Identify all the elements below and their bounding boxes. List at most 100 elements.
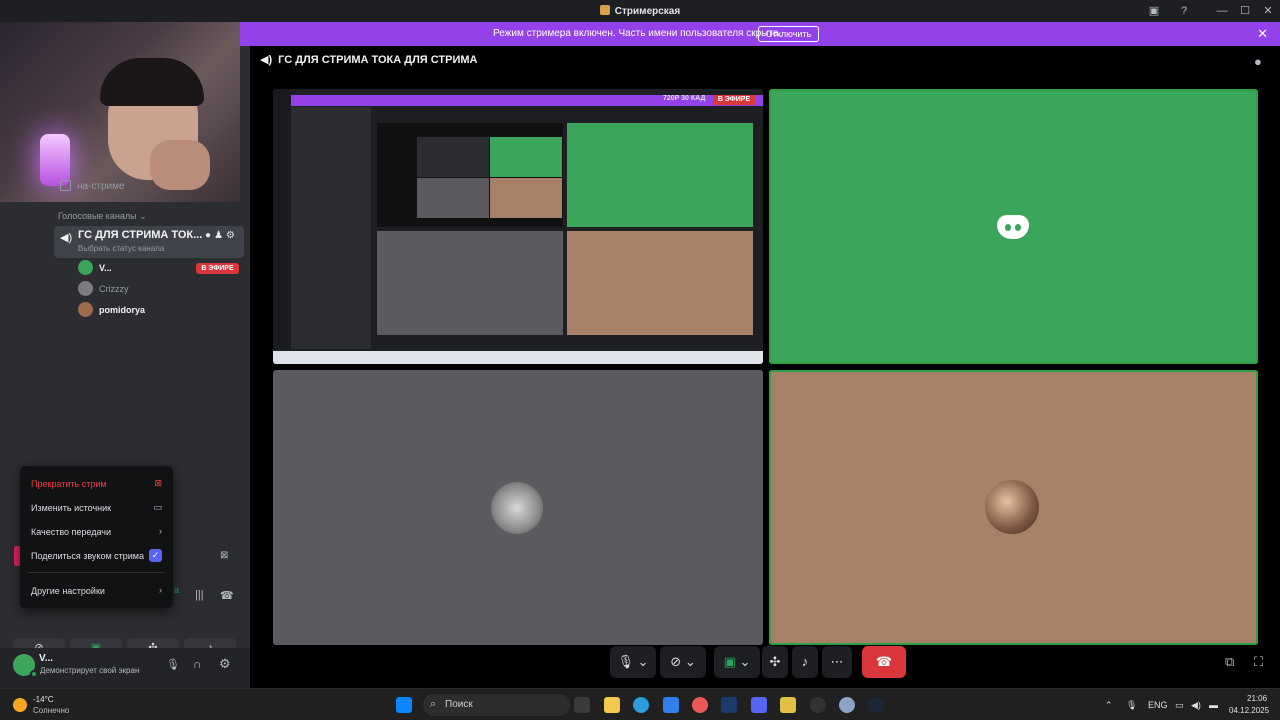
weather-desc: Солнечно xyxy=(33,706,70,715)
clock-date[interactable]: 04.12.2025 xyxy=(1229,706,1269,715)
stream-options-menu: Прекратить стрим ⊠ Изменить источник ▭ К… xyxy=(20,466,173,608)
disconnect-button[interactable]: ☎ xyxy=(862,646,906,678)
search-icon: ⌕ xyxy=(430,698,437,710)
minimize-icon[interactable]: — xyxy=(1215,4,1229,18)
screen-share-tile[interactable]: 720P 30 КАД В ЭФИРЕ xyxy=(273,89,763,364)
checkbox-checked-icon[interactable]: ✓ xyxy=(149,549,162,562)
clock-time[interactable]: 21:06 xyxy=(1247,694,1267,703)
volume-icon[interactable]: ◀) xyxy=(1191,700,1201,711)
inbox-icon[interactable]: ▣ xyxy=(1147,4,1161,18)
lamp xyxy=(40,134,70,186)
voice-category[interactable]: Голосовые каналы ⌄ xyxy=(58,211,147,222)
text-channel-icon xyxy=(60,180,71,191)
webcam-overlay xyxy=(0,22,240,202)
chat-icon[interactable]: ● xyxy=(205,230,214,241)
fullscreen-icon[interactable]: ⛶ xyxy=(1254,654,1263,670)
avatar xyxy=(78,281,93,296)
weather-sun-icon[interactable] xyxy=(13,698,27,712)
preview-nested-share xyxy=(417,137,489,177)
streamer-mode-banner: Режим стримера включен. Часть имени поль… xyxy=(240,22,1280,46)
close-banner-icon[interactable]: ✕ xyxy=(1257,26,1268,42)
battery-icon[interactable]: ▬ xyxy=(1209,700,1218,710)
user-settings-icon[interactable]: ⚙ xyxy=(219,656,231,672)
headphones-icon[interactable]: ∩ xyxy=(193,657,202,671)
discord-logo-icon xyxy=(997,215,1029,239)
add-member-icon[interactable]: ♟ xyxy=(214,230,226,241)
banner-text: Режим стримера включен. Часть имени поль… xyxy=(493,28,782,39)
preview-nested xyxy=(377,123,563,227)
chevron-right-icon: › xyxy=(159,526,162,536)
channel-actions[interactable]: ●♟⚙ xyxy=(205,230,238,241)
change-source-item[interactable]: Изменить источник xyxy=(31,503,111,513)
voice-category-label: Голосовые каналы xyxy=(58,211,137,221)
help-icon[interactable]: ? xyxy=(1177,4,1191,18)
share-audio-item[interactable]: Поделиться звуком стрима xyxy=(31,551,144,561)
hand xyxy=(150,140,210,190)
weather-temp: -14°C xyxy=(33,695,54,704)
microphone-icon[interactable]: 🎙 xyxy=(1126,700,1137,711)
stage-header: ◀) ГС ДЛЯ СТРИМА ТОКА ДЛЯ СТРИМА xyxy=(260,53,478,66)
disable-streamer-mode-button[interactable]: Отключить xyxy=(758,26,819,42)
chat-icon[interactable]: ● xyxy=(1254,54,1262,69)
other-settings-item[interactable]: Другие настройки xyxy=(31,586,105,596)
live-badge: В ЭФИРЕ xyxy=(196,263,239,274)
file-explorer-icon[interactable] xyxy=(604,697,620,713)
language-indicator[interactable]: ENG xyxy=(1148,700,1168,710)
preview-live-badge: В ЭФИРЕ xyxy=(713,95,755,105)
monitor-icon: ▭ xyxy=(153,502,162,512)
microphone-icon[interactable]: 🎙 xyxy=(166,658,180,671)
voice-channel-item[interactable]: ◀) ГС ДЛЯ СТРИМА ТОК... Выбрать статус к… xyxy=(54,226,244,258)
more-button[interactable]: ⋯ xyxy=(822,646,852,678)
stop-stream-item[interactable]: Прекратить стрим xyxy=(31,479,107,489)
chevron-right-icon: › xyxy=(159,585,162,595)
soundboard-button[interactable]: ♪ xyxy=(792,646,818,678)
microphone-button[interactable]: 🎙 ⌄ xyxy=(610,646,656,678)
text-channel-name[interactable]: на-стриме xyxy=(77,181,125,192)
user-name: V... xyxy=(39,653,54,664)
stream-quality-item[interactable]: Качество передачи xyxy=(31,527,111,537)
participant-tile-1[interactable] xyxy=(769,89,1258,364)
yandex-icon[interactable] xyxy=(692,697,708,713)
app-icon[interactable] xyxy=(721,697,737,713)
window-title-text: Стримерская xyxy=(614,6,681,17)
user-status: Демонстрирует свой экран xyxy=(40,666,140,675)
preview-nested-grey xyxy=(417,178,489,218)
voice-status-text: a xyxy=(174,585,180,595)
store-icon[interactable] xyxy=(663,697,679,713)
stop-stream-icon[interactable]: ⊠ xyxy=(220,550,228,561)
edge-icon[interactable] xyxy=(633,697,649,713)
call-controls: 🎙 ⌄ ⊘ ⌄ ▣ ⌄ ✣ ♪ ⋯ ☎ xyxy=(610,646,906,678)
menu-divider xyxy=(28,572,165,573)
maximize-icon[interactable]: ☐ xyxy=(1238,4,1252,18)
avatar xyxy=(78,260,93,275)
close-window-icon[interactable]: ✕ xyxy=(1261,4,1275,18)
settings-icon[interactable] xyxy=(839,697,855,713)
popout-icon[interactable]: ⧉ xyxy=(1225,654,1234,670)
participant-tile-2[interactable] xyxy=(273,370,763,645)
network-icon[interactable]: ▭ xyxy=(1175,700,1184,711)
taskbar-search[interactable]: ⌕ Поиск xyxy=(423,694,570,716)
windows-start-icon[interactable] xyxy=(396,697,412,713)
participant-tile-3[interactable] xyxy=(769,370,1258,645)
steam-icon[interactable] xyxy=(868,697,884,713)
obs-icon[interactable] xyxy=(810,697,826,713)
discord-icon[interactable] xyxy=(751,697,767,713)
camera-button[interactable]: ⊘ ⌄ xyxy=(660,646,706,678)
activities-button[interactable]: ✣ xyxy=(762,646,788,678)
task-view-icon[interactable] xyxy=(574,697,590,713)
noise-suppression-icon[interactable]: ||| xyxy=(195,589,204,601)
voice-channel-status[interactable]: Выбрать статус канала xyxy=(78,244,164,253)
user-panel: V... Демонстрирует свой экран 🎙 ∩ ⚙ xyxy=(0,648,250,688)
activities-icon: ✣ xyxy=(769,654,781,669)
chevron-down-icon: ⌄ xyxy=(637,654,649,669)
stage-channel-name: ГС ДЛЯ СТРИМА ТОКА ДЛЯ СТРИМА xyxy=(278,54,478,66)
tray-overflow-icon[interactable]: ⌃ xyxy=(1105,700,1113,711)
disconnect-icon[interactable]: ☎ xyxy=(220,589,234,602)
settings-icon[interactable]: ⚙ xyxy=(226,230,238,241)
search-placeholder: Поиск xyxy=(445,699,473,710)
app-icon[interactable] xyxy=(780,697,796,713)
microphone-icon: 🎙 xyxy=(617,654,634,669)
preview-nested-tan xyxy=(490,178,562,218)
screen-share-button[interactable]: ▣ ⌄ xyxy=(714,646,760,678)
stop-stream-icon[interactable]: ⊠ xyxy=(154,478,162,489)
